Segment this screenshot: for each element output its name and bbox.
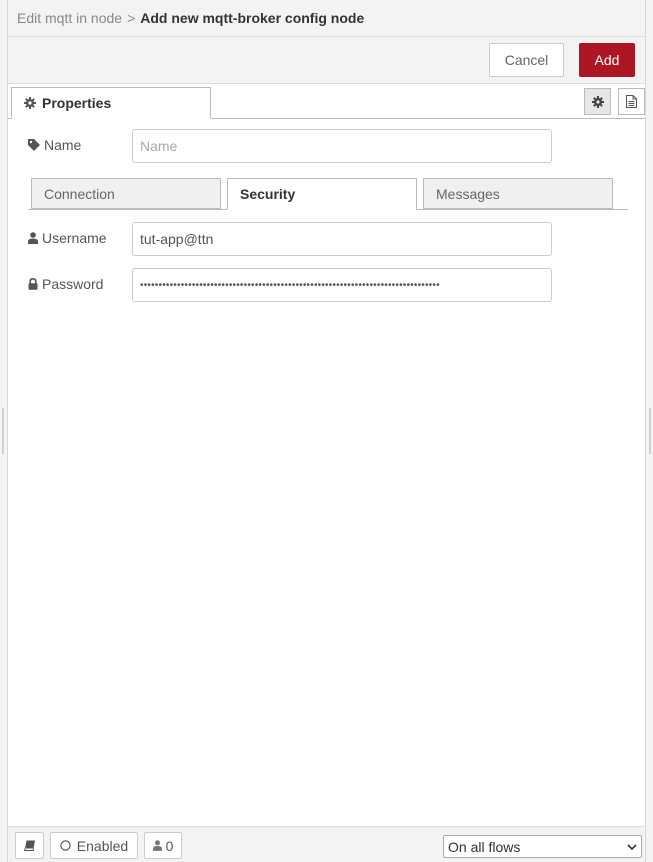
- users-count-button[interactable]: 0: [144, 832, 182, 859]
- username-row: Username tut-app@ttn: [28, 222, 628, 256]
- right-resize-handle[interactable]: [649, 408, 651, 454]
- password-label: Password: [28, 276, 103, 292]
- enabled-label: Enabled: [76, 837, 129, 854]
- scope-select[interactable]: On all flows: [443, 835, 642, 858]
- subtab-security[interactable]: Security: [227, 178, 417, 210]
- description-tab-button[interactable]: [618, 88, 645, 115]
- tabs-row: Properties: [8, 84, 645, 119]
- document-icon: [626, 95, 637, 108]
- add-button[interactable]: Add: [579, 43, 635, 77]
- username-label-text: Username: [42, 230, 107, 246]
- breadcrumb-current: Add new mqtt-broker config node: [140, 10, 365, 26]
- tray-footer: Enabled 0 On all flows: [8, 826, 645, 862]
- subtab-messages[interactable]: Messages: [423, 178, 613, 209]
- gear-icon: [24, 97, 36, 109]
- circle-icon: [60, 840, 71, 851]
- cancel-button[interactable]: Cancel: [489, 43, 564, 77]
- breadcrumb-parent[interactable]: Edit mqtt in node: [17, 10, 122, 26]
- users-count: 0: [165, 837, 174, 854]
- name-label: Name: [28, 137, 81, 153]
- config-subtabs: Connection Security Messages: [28, 178, 628, 210]
- left-resize-handle[interactable]: [2, 408, 4, 454]
- name-row: Name Name: [28, 129, 628, 163]
- password-row: Password •••••••••••••••••••••••••••••••…: [28, 268, 628, 302]
- scope-select-value: On all flows: [448, 838, 521, 855]
- gear-icon: [591, 95, 604, 108]
- edit-tray: Edit mqtt in node > Add new mqtt-broker co…: [7, 0, 646, 862]
- user-icon: [28, 232, 38, 244]
- chevron-down-icon: [627, 843, 637, 850]
- tray-toolbar: Cancel Add: [8, 37, 645, 84]
- tab-properties[interactable]: Properties: [11, 87, 211, 119]
- name-input[interactable]: Name: [132, 129, 552, 163]
- tag-icon: [28, 139, 40, 151]
- enabled-toggle[interactable]: Enabled: [50, 832, 138, 859]
- password-input[interactable]: ••••••••••••••••••••••••••••••••••••••••…: [132, 268, 552, 302]
- breadcrumb-separator: >: [127, 10, 136, 26]
- settings-tab-button[interactable]: [584, 88, 611, 115]
- book-icon: [23, 840, 36, 851]
- tab-properties-label: Properties: [42, 95, 112, 111]
- help-button[interactable]: [15, 832, 44, 859]
- subtab-connection[interactable]: Connection: [31, 178, 221, 209]
- username-input[interactable]: tut-app@ttn: [132, 222, 552, 256]
- password-label-text: Password: [42, 276, 104, 292]
- breadcrumb: Edit mqtt in node > Add new mqtt-broker co…: [8, 0, 645, 37]
- lock-icon: [28, 278, 38, 290]
- username-label: Username: [28, 230, 107, 246]
- user-icon: [152, 840, 162, 851]
- name-label-text: Name: [44, 137, 82, 153]
